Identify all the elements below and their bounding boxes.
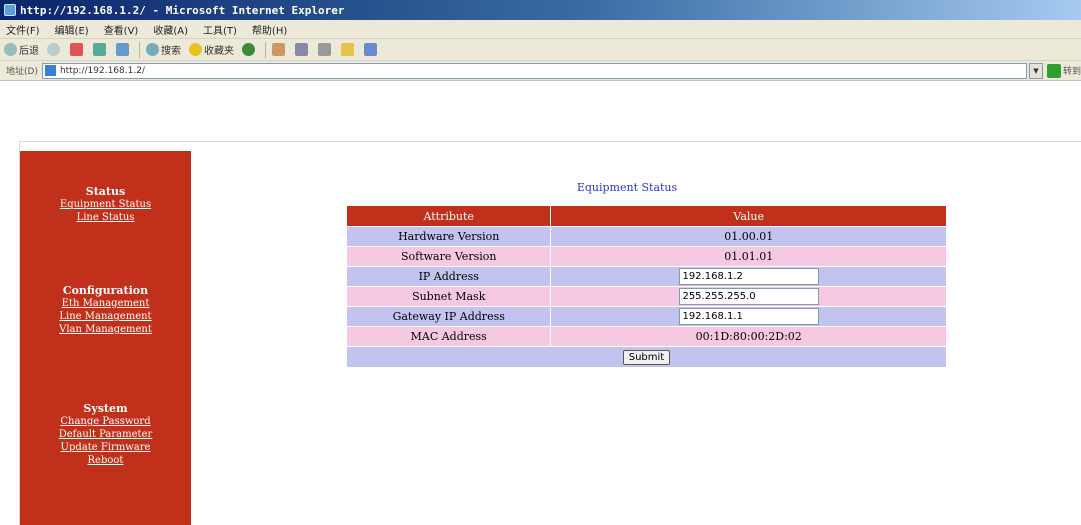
attribute-cell: Gateway IP Address: [345, 306, 552, 327]
sidebar-title-system: System: [83, 402, 128, 415]
search-label: 搜索: [161, 46, 181, 57]
sidebar-title-configuration: Configuration: [62, 284, 149, 297]
table-row: Hardware Version 01.00.01: [345, 226, 947, 247]
print-icon: [318, 43, 331, 56]
favorites-button[interactable]: 收藏夹: [189, 42, 234, 57]
sidebar-link-equipment-status[interactable]: Equipment Status: [20, 198, 191, 211]
media-button[interactable]: [242, 43, 257, 56]
mail-button[interactable]: [295, 43, 310, 56]
forward-arrow-icon: [47, 43, 60, 56]
attribute-cell: IP Address: [345, 266, 552, 287]
sidebar-title-status: Status: [85, 185, 126, 198]
window-titlebar: http://192.168.1.2/ - Microsoft Internet…: [0, 0, 1081, 20]
home-icon: [116, 43, 129, 56]
back-label: 后退: [19, 46, 39, 57]
sidebar-link-reboot[interactable]: Reboot: [20, 454, 191, 467]
menu-tools[interactable]: 工具(T): [203, 22, 237, 37]
search-button[interactable]: 搜索: [146, 42, 181, 57]
back-arrow-icon: [4, 43, 17, 56]
media-icon: [242, 43, 255, 56]
submit-cell: Submit: [346, 346, 947, 368]
attribute-cell: MAC Address: [345, 326, 552, 347]
header-attribute: Attribute: [345, 205, 552, 227]
table-row: IP Address: [345, 266, 947, 287]
forward-button[interactable]: [47, 43, 62, 56]
mail-icon: [295, 43, 308, 56]
menu-view[interactable]: 查看(V): [104, 22, 139, 37]
sidebar-link-vlan-management[interactable]: Vlan Management: [20, 323, 191, 336]
menu-file[interactable]: 文件(F): [6, 22, 40, 37]
toolbar-separator: [265, 41, 266, 58]
search-icon: [146, 43, 159, 56]
equipment-status-table: Attribute Value Hardware Version 01.00.0…: [345, 205, 947, 368]
sidebar-group-configuration: Configuration Eth Management Line Manage…: [20, 284, 191, 336]
history-button[interactable]: [272, 43, 287, 56]
favorites-label: 收藏夹: [204, 46, 234, 57]
sidebar-link-line-status[interactable]: Line Status: [20, 211, 191, 224]
value-cell: 01.00.01: [550, 226, 947, 247]
address-input[interactable]: http://192.168.1.2/: [41, 62, 1028, 79]
sidebar-link-change-password[interactable]: Change Password: [20, 415, 191, 428]
address-label: 地址(D): [6, 67, 38, 77]
gateway-ip-input[interactable]: [679, 308, 820, 325]
page-icon: [44, 65, 56, 76]
window-title: http://192.168.1.2/ - Microsoft Internet…: [20, 3, 345, 17]
back-button[interactable]: 后退: [4, 42, 39, 57]
header-value: Value: [550, 205, 947, 227]
table-row: Gateway IP Address: [345, 306, 947, 327]
value-cell: [550, 306, 947, 327]
attribute-cell: Software Version: [345, 246, 552, 267]
submit-button[interactable]: Submit: [622, 349, 671, 365]
table-header-row: Attribute Value: [345, 205, 947, 227]
stop-icon: [70, 43, 83, 56]
go-button[interactable]: 转到: [1046, 63, 1081, 78]
sidebar-link-default-parameter[interactable]: Default Parameter: [20, 428, 191, 441]
discuss-button[interactable]: [364, 43, 379, 56]
menu-favorites[interactable]: 收藏(A): [153, 22, 188, 37]
table-row: Software Version 01.01.01: [345, 246, 947, 267]
menu-edit[interactable]: 编辑(E): [55, 22, 89, 37]
value-cell: 00:1D:80:00:2D:02: [550, 326, 947, 347]
page-divider: [20, 141, 1081, 142]
value-cell: 01.01.01: [550, 246, 947, 267]
value-cell: [550, 286, 947, 307]
go-arrow-icon: [1046, 63, 1061, 78]
sidebar-link-line-management[interactable]: Line Management: [20, 310, 191, 323]
refresh-button[interactable]: [93, 43, 108, 56]
ip-address-input[interactable]: [679, 268, 820, 285]
sidebar-link-eth-management[interactable]: Eth Management: [20, 297, 191, 310]
attribute-cell: Hardware Version: [345, 226, 552, 247]
attribute-cell: Subnet Mask: [345, 286, 552, 307]
discuss-icon: [364, 43, 377, 56]
history-icon: [272, 43, 285, 56]
home-button[interactable]: [116, 43, 131, 56]
address-dropdown-button[interactable]: ▼: [1029, 62, 1043, 79]
table-row: Subnet Mask: [345, 286, 947, 307]
table-row: MAC Address 00:1D:80:00:2D:02: [345, 326, 947, 347]
sidebar: Status Equipment Status Line Status Conf…: [20, 151, 191, 525]
toolbar: 后退 搜索 收藏夹: [0, 39, 1081, 61]
submit-row: Submit: [346, 346, 947, 368]
print-button[interactable]: [318, 43, 333, 56]
chevron-down-icon: ▼: [1033, 66, 1039, 75]
sidebar-link-update-firmware[interactable]: Update Firmware: [20, 441, 191, 454]
edit-button[interactable]: [341, 43, 356, 56]
stop-button[interactable]: [70, 43, 85, 56]
page-title: Equipment Status: [576, 181, 678, 194]
value-cell: [550, 266, 947, 287]
address-bar: 地址(D) http://192.168.1.2/ ▼ 转到: [0, 61, 1081, 81]
menubar: 文件(F) 编辑(E) 查看(V) 收藏(A) 工具(T) 帮助(H): [0, 20, 1081, 39]
sidebar-group-system: System Change Password Default Parameter…: [20, 402, 191, 467]
favorites-star-icon: [189, 43, 202, 56]
subnet-mask-input[interactable]: [679, 288, 820, 305]
toolbar-separator: [139, 41, 140, 58]
menu-help[interactable]: 帮助(H): [252, 22, 287, 37]
refresh-icon: [93, 43, 106, 56]
address-url: http://192.168.1.2/: [59, 65, 145, 76]
ie-icon: [4, 4, 16, 16]
sidebar-group-status: Status Equipment Status Line Status: [20, 185, 191, 224]
edit-icon: [341, 43, 354, 56]
go-label: 转到: [1062, 67, 1081, 77]
